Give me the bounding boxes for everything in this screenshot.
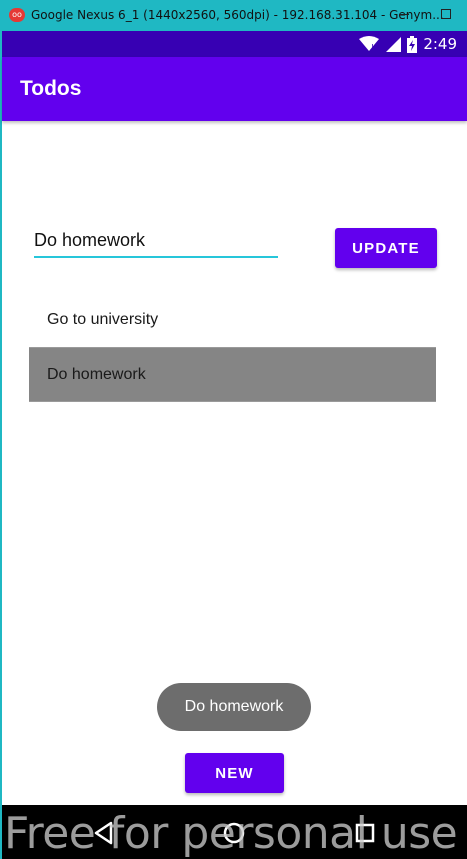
svg-text:!: ! <box>371 43 374 52</box>
todo-item-do-homework[interactable]: Do homework <box>29 347 436 402</box>
genymotion-icon: oo <box>9 8 25 22</box>
wifi-icon: ! <box>359 36 380 52</box>
minimize-button[interactable] <box>399 14 409 15</box>
app-bar: Todos <box>2 57 467 121</box>
new-button[interactable]: NEW <box>185 753 284 793</box>
emulator-titlebar: oo Google Nexus 6_1 (1440x2560, 560dpi) … <box>0 0 467 31</box>
app-title: Todos <box>20 77 82 100</box>
back-icon[interactable] <box>89 818 119 848</box>
recents-icon[interactable] <box>350 818 380 848</box>
status-icons: ! 2:49 <box>359 35 457 53</box>
todo-list: Go to university Do homework <box>29 292 436 402</box>
navigation-bar <box>2 805 467 859</box>
maximize-button[interactable] <box>441 9 451 19</box>
window-border <box>0 31 2 859</box>
status-bar: ! 2:49 <box>2 31 467 57</box>
todo-item-go-to-university[interactable]: Go to university <box>29 292 436 347</box>
update-button[interactable]: UPDATE <box>335 228 437 268</box>
battery-charging-icon <box>407 35 418 53</box>
cell-signal-icon <box>386 37 402 52</box>
todo-edit-field[interactable]: Do homework <box>34 228 278 258</box>
toast-message: Do homework <box>157 683 311 731</box>
home-icon[interactable] <box>219 818 249 848</box>
status-time: 2:49 <box>423 35 457 53</box>
window-title: Google Nexus 6_1 (1440x2560, 560dpi) - 1… <box>31 8 444 22</box>
